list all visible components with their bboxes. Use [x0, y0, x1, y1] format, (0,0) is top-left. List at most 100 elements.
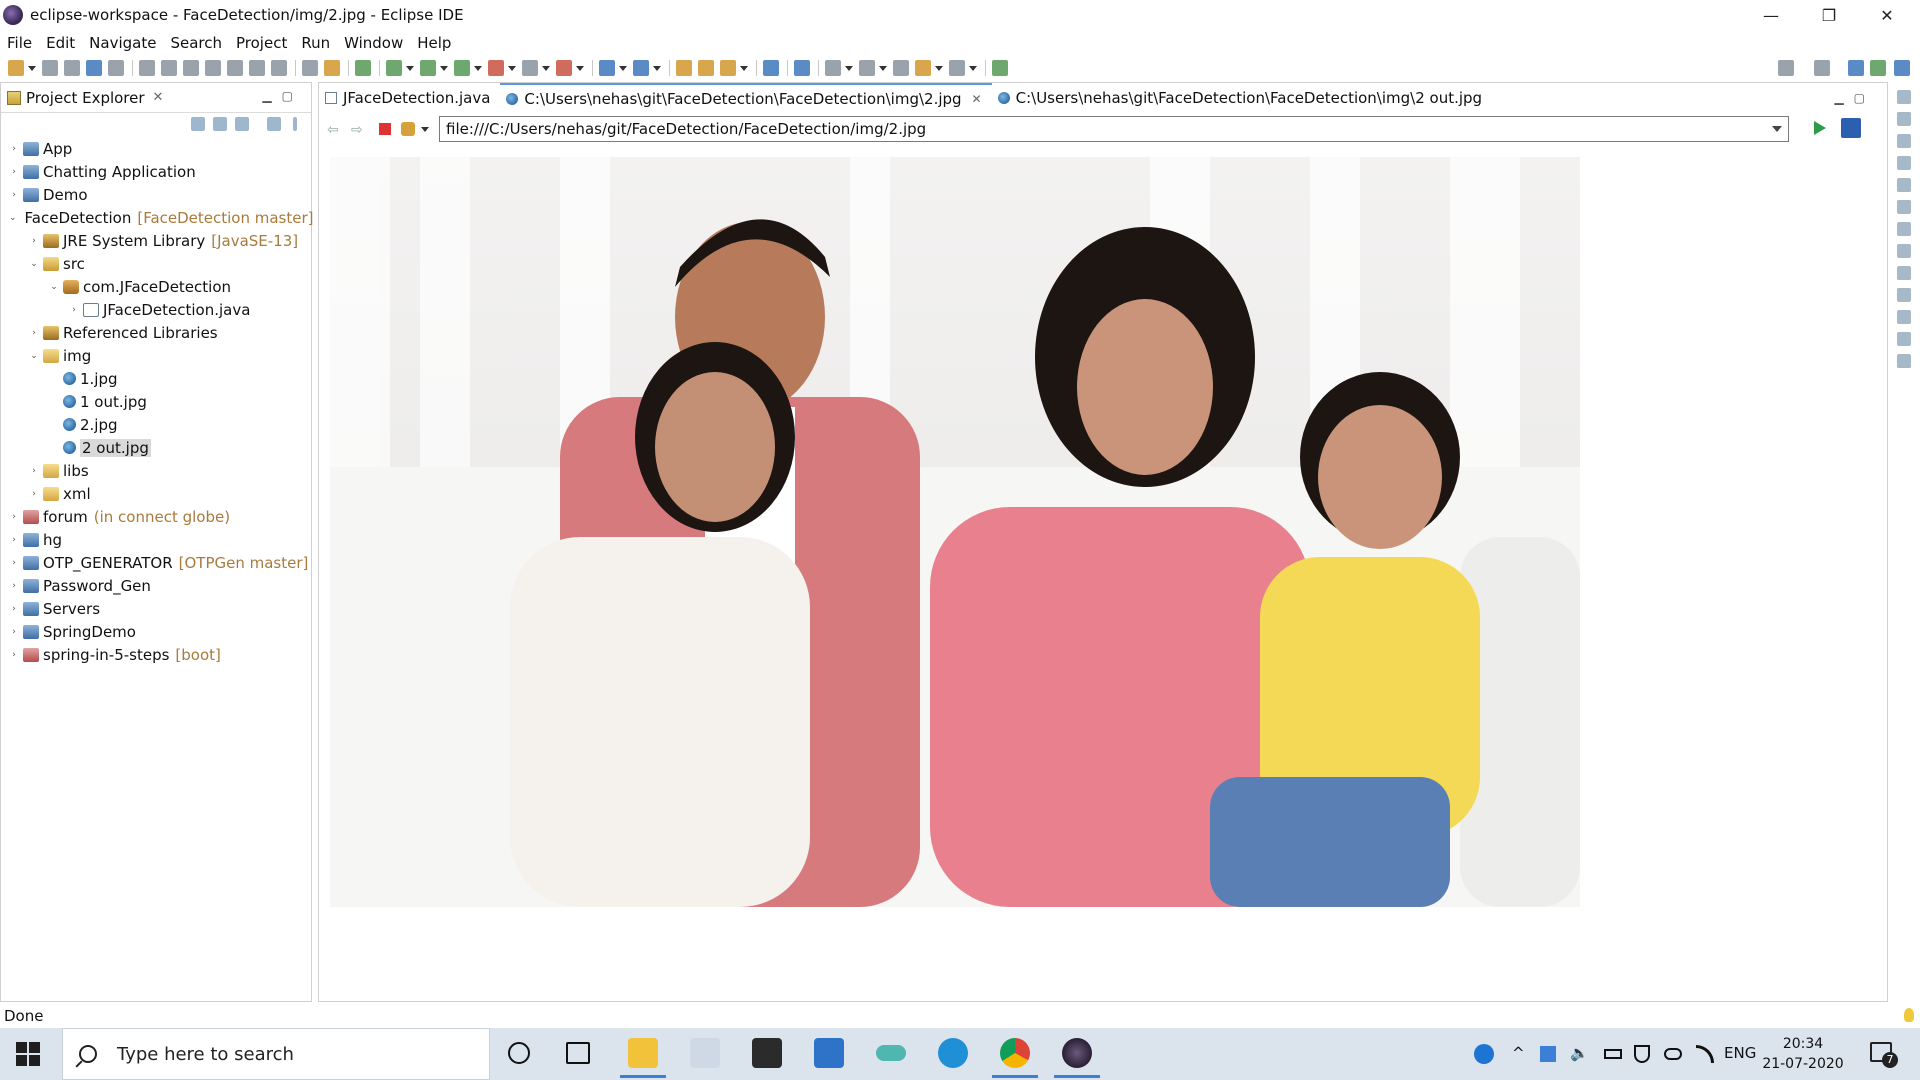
- task-list-icon[interactable]: [1897, 134, 1911, 148]
- system-clock[interactable]: 20:34 21-07-2020: [1760, 1034, 1846, 1074]
- url-history-dropdown-icon[interactable]: [1772, 126, 1782, 132]
- cortana-icon[interactable]: [508, 1042, 530, 1064]
- view-menu-icon[interactable]: [293, 117, 297, 131]
- server-dropdown-icon[interactable]: [542, 65, 550, 71]
- onedrive-icon[interactable]: [1664, 1048, 1682, 1060]
- eclipse-taskbar-icon[interactable]: [1054, 1038, 1100, 1078]
- go-icon[interactable]: [1814, 121, 1826, 135]
- mail-icon[interactable]: [814, 1038, 844, 1068]
- resume-icon[interactable]: [139, 60, 155, 76]
- back-nav-icon[interactable]: ⇦: [327, 122, 343, 138]
- new-class-dropdown-icon[interactable]: [653, 65, 661, 71]
- pin-editor-icon[interactable]: [992, 60, 1008, 76]
- menu-run[interactable]: Run: [294, 34, 337, 52]
- problems-icon[interactable]: [1897, 156, 1911, 170]
- collapsed-twisty-icon[interactable]: ›: [9, 167, 19, 177]
- profile-icon[interactable]: [324, 60, 340, 76]
- tree-item[interactable]: › OTP_GENERATOR [OTPGen master]: [1, 551, 311, 574]
- run-icon[interactable]: [420, 60, 436, 76]
- editor-tab[interactable]: C:\Users\nehas\git\FaceDetection\FaceDet…: [500, 83, 992, 113]
- previous-annotation-icon[interactable]: [859, 60, 875, 76]
- web-browser-icon[interactable]: [763, 60, 779, 76]
- tree-item[interactable]: › forum (in connect globe): [1, 505, 311, 528]
- java-perspective-icon[interactable]: [1870, 60, 1886, 76]
- close-view-icon[interactable]: ✕: [153, 90, 164, 105]
- expanded-twisty-icon[interactable]: ⌄: [29, 259, 39, 269]
- minimize-button[interactable]: —: [1742, 0, 1800, 30]
- restore-view-icon[interactable]: [1897, 90, 1911, 104]
- tree-item[interactable]: › Demo: [1, 183, 311, 206]
- expanded-twisty-icon[interactable]: ⌄: [9, 213, 17, 223]
- menu-file[interactable]: File: [0, 34, 39, 52]
- java-ee-perspective-icon[interactable]: [1848, 60, 1864, 76]
- collapsed-twisty-icon[interactable]: ›: [9, 144, 19, 154]
- tree-item[interactable]: › JFaceDetection.java: [1, 298, 311, 321]
- menu-edit[interactable]: Edit: [39, 34, 82, 52]
- tree-item[interactable]: › libs: [1, 459, 311, 482]
- error-log-icon[interactable]: [1897, 266, 1911, 280]
- tree-item[interactable]: › SpringDemo: [1, 620, 311, 643]
- new-icon[interactable]: [8, 60, 24, 76]
- debug-perspective-icon[interactable]: [1894, 60, 1910, 76]
- save-icon[interactable]: [42, 60, 58, 76]
- tree-item[interactable]: › hg: [1, 528, 311, 551]
- tree-item[interactable]: › Referenced Libraries: [1, 321, 311, 344]
- edge-icon[interactable]: [938, 1038, 968, 1068]
- editor-min-max-icons[interactable]: ▁▢: [1834, 91, 1875, 105]
- language-indicator[interactable]: ENG: [1724, 1044, 1756, 1062]
- tree-item[interactable]: › xml: [1, 482, 311, 505]
- console-icon[interactable]: [1897, 244, 1911, 258]
- properties-icon[interactable]: [1897, 288, 1911, 302]
- coverage-icon[interactable]: [454, 60, 470, 76]
- new-package-dropdown-icon[interactable]: [619, 65, 627, 71]
- stop-server-icon[interactable]: [522, 60, 538, 76]
- security-shield-icon[interactable]: [1634, 1045, 1650, 1063]
- tree-item[interactable]: 1.jpg: [1, 367, 311, 390]
- taskbar-search-box[interactable]: Type here to search: [62, 1028, 490, 1080]
- close-tab-icon[interactable]: ✕: [972, 92, 982, 106]
- forward-icon[interactable]: [949, 60, 965, 76]
- step-into-icon[interactable]: [227, 60, 243, 76]
- collapsed-twisty-icon[interactable]: ›: [69, 305, 79, 315]
- collapsed-twisty-icon[interactable]: ›: [9, 650, 19, 660]
- refresh-icon[interactable]: [401, 122, 415, 136]
- snippets-icon[interactable]: [1897, 222, 1911, 236]
- task-view-icon[interactable]: [566, 1042, 590, 1064]
- terminate-icon[interactable]: [183, 60, 199, 76]
- tree-item[interactable]: › App: [1, 137, 311, 160]
- dropbox-icon[interactable]: [690, 1038, 720, 1068]
- restore-button[interactable]: ❐: [1800, 0, 1858, 30]
- markers-icon[interactable]: [1897, 354, 1911, 368]
- back-icon[interactable]: [915, 60, 931, 76]
- servers-icon[interactable]: [1897, 178, 1911, 192]
- dropbox-tray-icon[interactable]: [1540, 1046, 1556, 1062]
- wifi-icon[interactable]: [1696, 1045, 1714, 1063]
- collapsed-twisty-icon[interactable]: ›: [29, 236, 39, 246]
- open-perspective-icon[interactable]: [1814, 60, 1830, 76]
- open-external-browser-icon[interactable]: [1841, 118, 1861, 138]
- debug-dropdown-icon[interactable]: [406, 65, 414, 71]
- collapsed-twisty-icon[interactable]: ›: [9, 512, 19, 522]
- collapse-all-icon[interactable]: [191, 117, 205, 131]
- menu-search[interactable]: Search: [163, 34, 229, 52]
- menu-help[interactable]: Help: [410, 34, 458, 52]
- menu-project[interactable]: Project: [229, 34, 294, 52]
- tree-item[interactable]: ⌄ FaceDetection [FaceDetection master]: [1, 206, 314, 229]
- show-hidden-icons-icon[interactable]: ^: [1512, 1044, 1525, 1062]
- debug-icon[interactable]: [386, 60, 402, 76]
- tree-item[interactable]: 2.jpg: [1, 413, 311, 436]
- collapsed-twisty-icon[interactable]: ›: [29, 489, 39, 499]
- windows-start-icon[interactable]: [16, 1042, 40, 1066]
- collapsed-twisty-icon[interactable]: ›: [9, 190, 19, 200]
- deploy-icon[interactable]: [556, 60, 572, 76]
- disconnect-icon[interactable]: [205, 60, 221, 76]
- suspend-icon[interactable]: [161, 60, 177, 76]
- search-icon[interactable]: [1778, 60, 1794, 76]
- forward-nav-icon[interactable]: ⇨: [351, 122, 367, 138]
- step-over-icon[interactable]: [249, 60, 265, 76]
- skip-breakpoints-icon[interactable]: [108, 60, 124, 76]
- menu-navigate[interactable]: Navigate: [82, 34, 163, 52]
- tree-item[interactable]: 1 out.jpg: [1, 390, 311, 413]
- url-field[interactable]: file:///C:/Users/nehas/git/FaceDetection…: [439, 116, 1789, 142]
- chrome-icon[interactable]: [992, 1038, 1038, 1078]
